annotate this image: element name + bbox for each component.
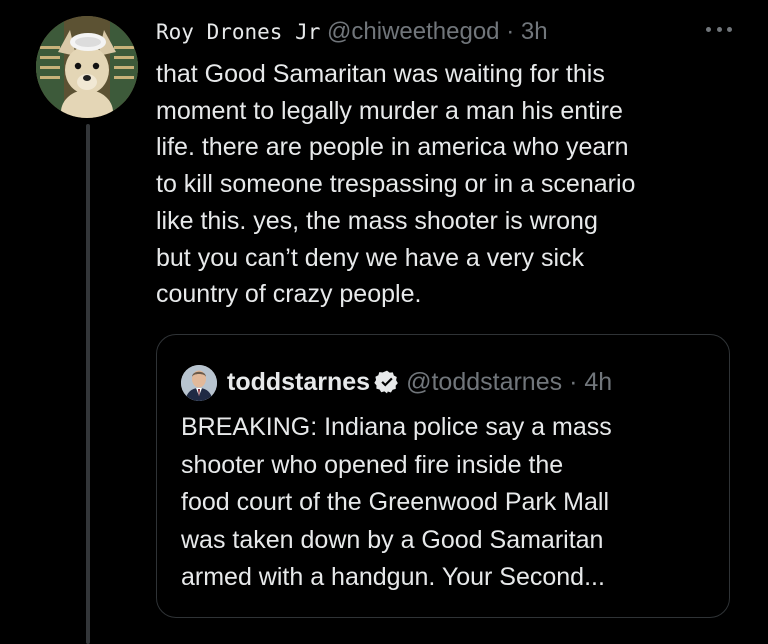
tweet-text-line: like this. yes, the mass shooter is wron… [156,206,598,235]
tweet-timestamp[interactable]: 3h [521,18,548,45]
quoted-text-line: food court of the Greenwood Park Mall [181,488,610,516]
tweet-text-line: life. there are people in america who ye… [156,133,629,162]
quoted-author-name[interactable]: toddstarnes [227,368,370,396]
tweet-text: that Good Samaritan was waiting for this… [156,56,736,313]
quoted-author-avatar[interactable] [181,365,217,401]
quoted-text-line: shooter who opened fire inside the [181,450,564,479]
thread-connector-line [86,124,90,644]
tweet-text-line: country of crazy people. [156,280,422,309]
tweet-text-line: but you can’t deny we have a very sick [156,243,585,272]
quoted-tweet-header: toddstarnes @toddstarnes · 4h [227,366,612,398]
tweet-header: Roy Drones Jr @chiweethegod · 3h [156,17,548,47]
quoted-text-line: armed with a handgun. Your Second... [181,563,605,591]
quoted-author-handle[interactable]: @toddstarnes [406,368,562,396]
verified-badge-icon [374,370,398,394]
quoted-header-separator: · [569,368,578,396]
quoted-text-line: was taken down by a Good Samaritan [181,525,604,554]
author-handle[interactable]: @chiweethegod [327,18,499,45]
tweet-text-line: that Good Samaritan was waiting for this [156,60,605,88]
more-horizontal-icon[interactable] [706,22,732,36]
quoted-tweet-text: BREAKING: Indiana police say a mass shoo… [181,409,721,597]
quoted-tweet-timestamp[interactable]: 4h [584,368,612,396]
author-name[interactable]: Roy Drones Jr [156,20,320,44]
header-separator: · [506,18,515,45]
author-avatar[interactable] [36,16,138,118]
chihuahua-avatar-image [36,16,138,118]
quoted-text-line: BREAKING: Indiana police say a mass [181,413,612,441]
tweet-text-line: to kill someone trespassing or in a scen… [156,170,636,199]
quoted-tweet-card[interactable]: toddstarnes @toddstarnes · 4h BREAKING: I… [156,334,730,618]
tweet-text-line: moment to legally murder a man his entir… [156,96,623,125]
person-avatar-image [181,365,217,401]
